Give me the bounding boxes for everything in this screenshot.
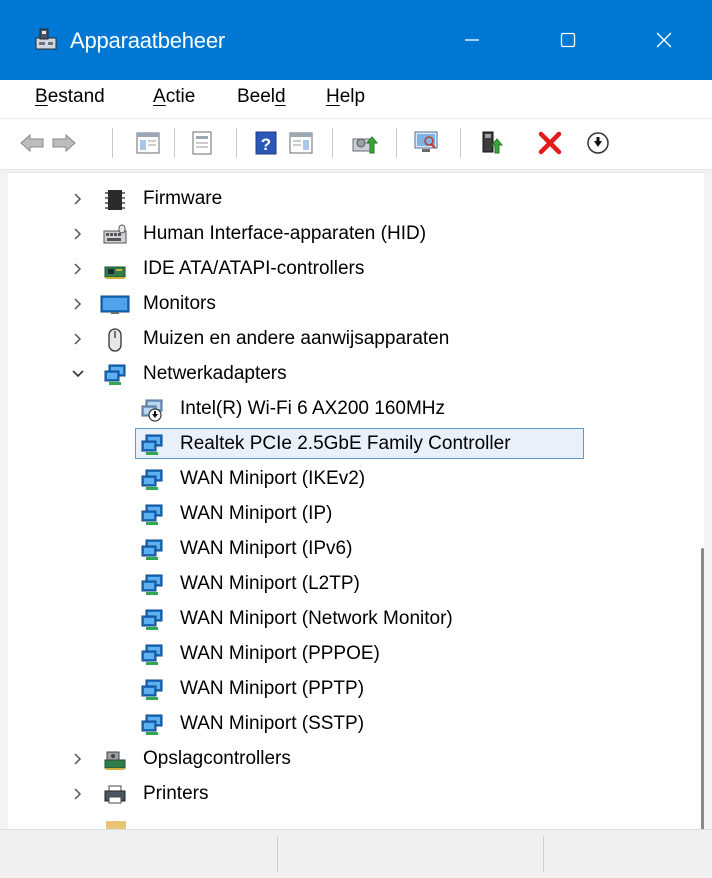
disable-device-icon[interactable]	[584, 129, 612, 157]
title-bar[interactable]: Apparaatbeheer	[0, 0, 712, 80]
tree-item-label: Monitors	[143, 293, 216, 314]
tree-item-label: Firmware	[143, 188, 223, 209]
network-adapter-icon	[141, 574, 163, 595]
tree-item-label: WAN Miniport (IP)	[180, 503, 333, 524]
network-adapter-icon	[141, 679, 163, 700]
menu-actie[interactable]: Actie	[153, 86, 195, 108]
tree-item-label: Intel(R) Wi-Fi 6 AX200 160MHz	[180, 398, 446, 419]
tree-item-monitors[interactable]: Monitors	[8, 288, 698, 321]
tree-item-storage-controllers[interactable]: Opslagcontrollers	[8, 743, 698, 776]
printer-icon	[104, 785, 126, 804]
menu-help[interactable]: Help	[326, 86, 365, 108]
hid-keyboard-icon	[103, 224, 127, 244]
uninstall-device-icon[interactable]	[536, 129, 564, 157]
forward-arrow-icon[interactable]	[50, 129, 78, 157]
tree-item-wan-pppoe[interactable]: WAN Miniport (PPPOE)	[8, 638, 698, 671]
chevron-right-icon[interactable]	[68, 784, 88, 804]
status-bar	[0, 829, 712, 878]
maximize-icon	[560, 32, 576, 48]
tree-item-label: WAN Miniport (SSTP)	[180, 713, 365, 734]
tree-item-label: WAN Miniport (IPv6)	[180, 538, 353, 559]
tree-item-wan-network-monitor[interactable]: WAN Miniport (Network Monitor)	[8, 603, 698, 636]
back-arrow-icon[interactable]	[18, 129, 46, 157]
show-hide-console-tree-icon[interactable]	[134, 129, 162, 157]
network-adapter-icon	[104, 364, 126, 385]
tree-item-wan-ikev2[interactable]: WAN Miniport (IKEv2)	[8, 463, 698, 496]
tree-item-wan-ipv6[interactable]: WAN Miniport (IPv6)	[8, 533, 698, 566]
storage-controller-icon	[104, 751, 126, 770]
tree-item-label: Netwerkadapters	[143, 363, 287, 384]
vertical-scrollbar-thumb[interactable]	[701, 548, 704, 829]
tree-item-wan-ip[interactable]: WAN Miniport (IP)	[8, 498, 698, 531]
tree-item-label: WAN Miniport (PPPOE)	[180, 643, 380, 664]
tree-item-label: Realtek PCIe 2.5GbE Family Controller	[180, 433, 511, 454]
chevron-right-icon[interactable]	[68, 224, 88, 244]
network-adapter-icon	[141, 539, 163, 560]
chevron-right-icon[interactable]	[68, 259, 88, 279]
tree-item-realtek[interactable]: Realtek PCIe 2.5GbE Family Controller	[8, 428, 698, 461]
menu-bar: Bestand Actie Beeld Help	[0, 80, 712, 119]
network-adapter-icon	[141, 714, 163, 735]
maximize-button[interactable]	[520, 0, 616, 80]
tree-item-label: Opslagcontrollers	[143, 748, 291, 769]
tree-item-hid[interactable]: Human Interface-apparaten (HID)	[8, 218, 698, 251]
tree-item-printers[interactable]: Printers	[8, 778, 698, 811]
network-adapter-icon	[141, 609, 163, 630]
network-adapter-icon	[141, 469, 163, 490]
tree-item-ide[interactable]: IDE ATA/ATAPI-controllers	[8, 253, 698, 286]
show-action-pane-icon[interactable]	[287, 129, 315, 157]
chevron-right-icon[interactable]	[68, 189, 88, 209]
tree-item-wan-l2tp[interactable]: WAN Miniport (L2TP)	[8, 568, 698, 601]
tree-item-label: Human Interface-apparaten (HID)	[143, 223, 427, 244]
close-button[interactable]	[616, 0, 712, 80]
minimize-icon	[465, 39, 479, 41]
device-manager-icon	[35, 28, 57, 50]
monitor-icon	[100, 295, 130, 314]
svg-text:?: ?	[261, 135, 271, 154]
firmware-chip-icon	[105, 190, 125, 210]
update-driver-icon[interactable]	[350, 129, 378, 157]
network-adapter-disabled-icon	[141, 399, 163, 422]
close-icon	[656, 32, 672, 48]
tree-item-firmware[interactable]: Firmware	[8, 183, 698, 216]
tree-item-label: WAN Miniport (L2TP)	[180, 573, 360, 594]
tree-item-label: Muizen en andere aanwijsapparaten	[143, 328, 450, 349]
network-adapter-icon	[141, 434, 163, 455]
toolbar: ?	[0, 119, 712, 170]
ide-controller-icon	[104, 266, 126, 279]
network-adapter-icon	[141, 644, 163, 665]
network-adapter-icon	[141, 504, 163, 525]
chevron-down-icon[interactable]	[68, 364, 88, 384]
chevron-right-icon[interactable]	[68, 329, 88, 349]
help-icon[interactable]: ?	[252, 129, 280, 157]
tree-item-label: WAN Miniport (PPTP)	[180, 678, 365, 699]
scan-hardware-icon[interactable]	[412, 129, 440, 157]
menu-beeld[interactable]: Beeld	[237, 86, 286, 108]
tree-item-label: Printers	[143, 783, 209, 804]
partial-item-icon	[106, 821, 126, 829]
tree-item-wan-sstp[interactable]: WAN Miniport (SSTP)	[8, 708, 698, 741]
minimize-button[interactable]	[424, 0, 520, 80]
tree-item-label: WAN Miniport (Network Monitor)	[180, 608, 453, 629]
properties-icon[interactable]	[188, 129, 216, 157]
chevron-right-icon[interactable]	[68, 294, 88, 314]
chevron-right-icon[interactable]	[68, 749, 88, 769]
window-title: Apparaatbeheer	[70, 28, 225, 53]
tree-item-intel-wifi[interactable]: Intel(R) Wi-Fi 6 AX200 160MHz	[8, 393, 698, 426]
tree-item-label: WAN Miniport (IKEv2)	[180, 468, 366, 489]
add-legacy-hardware-icon[interactable]	[478, 129, 506, 157]
device-tree[interactable]: Firmware Human Interface-apparaten (HID)…	[8, 172, 704, 829]
tree-item-wan-pptp[interactable]: WAN Miniport (PPTP)	[8, 673, 698, 706]
tree-item-network-adapters[interactable]: Netwerkadapters	[8, 358, 698, 391]
menu-bestand[interactable]: Bestand	[35, 86, 105, 108]
tree-item-mice[interactable]: Muizen en andere aanwijsapparaten	[8, 323, 698, 356]
mouse-icon	[108, 328, 122, 352]
device-manager-window: Apparaatbeheer Bestand Actie Beeld Help	[0, 0, 712, 878]
tree-item-label: IDE ATA/ATAPI-controllers	[143, 258, 365, 279]
